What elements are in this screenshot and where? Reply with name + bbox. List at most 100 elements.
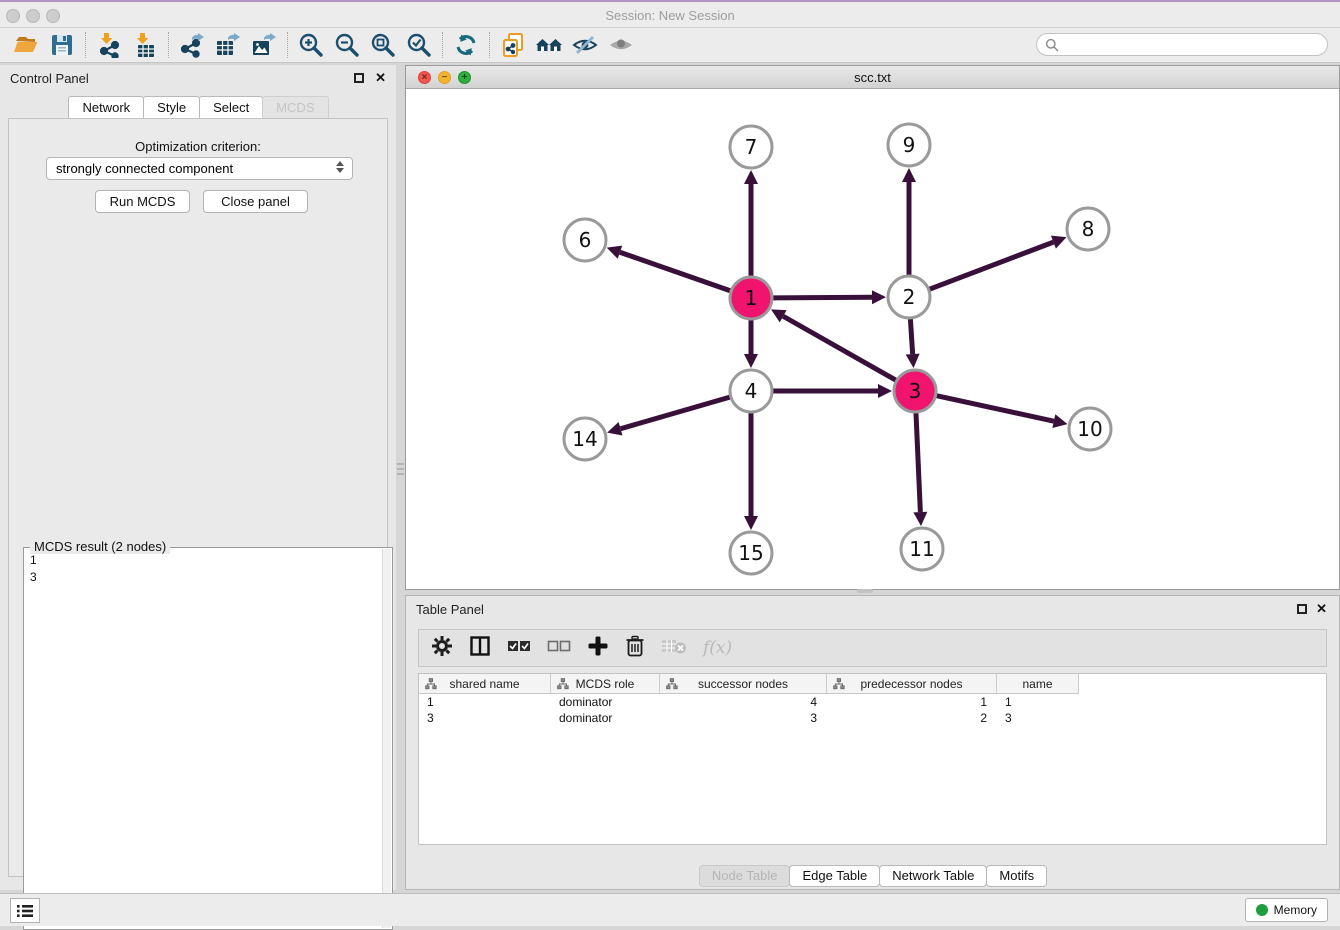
tab-select[interactable]: Select (199, 96, 263, 120)
graph-node[interactable]: 14 (564, 418, 606, 460)
graph-node-label: 1 (745, 286, 758, 310)
network-window-titlebar[interactable]: × − + scc.txt (406, 66, 1339, 89)
column-header[interactable]: successor nodes (660, 674, 827, 694)
panel-splitter-handle[interactable] (397, 460, 404, 492)
graph-node[interactable]: 4 (730, 370, 772, 412)
zoom-in-button[interactable] (293, 30, 329, 60)
control-panel-title: Control Panel (10, 71, 89, 86)
graph-node[interactable]: 7 (730, 126, 772, 168)
mcds-result-text[interactable]: 1 3 (26, 552, 380, 927)
column-header[interactable]: predecessor nodes (827, 674, 997, 694)
zoom-selected-button[interactable] (401, 30, 437, 60)
save-session-button[interactable] (44, 30, 80, 60)
table-cell: dominator (551, 694, 660, 710)
graph-node[interactable]: 6 (564, 219, 606, 261)
graph-node-label: 14 (572, 427, 597, 451)
home-button[interactable] (531, 30, 567, 60)
graph-edge[interactable] (916, 413, 920, 512)
graph-edge[interactable] (936, 396, 1053, 421)
float-table-panel-icon[interactable] (1297, 604, 1307, 614)
eye-icon (608, 32, 634, 58)
import-table-button[interactable] (127, 30, 163, 60)
columns-icon (469, 635, 491, 657)
memory-status-icon (1256, 904, 1268, 916)
float-panel-icon[interactable] (354, 73, 364, 83)
graph-edge[interactable] (621, 397, 730, 429)
show-all-button[interactable] (603, 30, 639, 60)
table-cell: 1 (997, 694, 1079, 710)
select-stepper-icon (336, 161, 344, 173)
select-all-columns-button[interactable] (507, 639, 531, 658)
column-header[interactable]: name (997, 674, 1079, 694)
add-column-button[interactable] (587, 635, 609, 662)
tab-network-table[interactable]: Network Table (879, 865, 987, 887)
unchecked-boxes-icon (547, 639, 571, 653)
eye-slash-icon (572, 32, 598, 58)
graph-edge[interactable] (773, 297, 872, 298)
control-panel-tabs: Network Style Select MCDS (0, 96, 396, 120)
criterion-select-value: strongly connected component (56, 161, 233, 176)
zoom-fit-icon (370, 32, 396, 58)
checked-boxes-icon (507, 639, 531, 653)
refresh-view-button[interactable] (448, 30, 484, 60)
export-network-button[interactable] (174, 30, 210, 60)
graph-node[interactable]: 3 (894, 370, 936, 412)
function-builder-button[interactable]: f(x) (703, 638, 732, 658)
table-options-button[interactable] (431, 635, 453, 662)
criterion-select[interactable]: strongly connected component (46, 157, 353, 180)
horizontal-splitter-handle[interactable] (857, 589, 873, 593)
column-header[interactable]: shared name (419, 674, 551, 694)
network-graph[interactable]: 7 9 6 8 1 2 4 3 14 10 15 11 (406, 89, 1339, 589)
memory-button[interactable]: Memory (1245, 898, 1328, 922)
tab-motifs[interactable]: Motifs (986, 865, 1047, 887)
table-cell: 3 (997, 710, 1079, 726)
close-panel-button[interactable]: Close panel (203, 190, 308, 213)
import-table-icon (132, 32, 158, 58)
table-row[interactable]: 3dominator323 (419, 710, 1326, 726)
graph-edge[interactable] (930, 242, 1054, 289)
graph-node[interactable]: 10 (1069, 408, 1111, 450)
graph-node[interactable]: 2 (888, 276, 930, 318)
import-network-button[interactable] (91, 30, 127, 60)
hide-selected-button[interactable] (567, 30, 603, 60)
graph-edge[interactable] (910, 319, 912, 354)
graph-node[interactable]: 8 (1067, 208, 1109, 250)
export-image-button[interactable] (246, 30, 282, 60)
tab-node-table[interactable]: Node Table (699, 865, 791, 887)
export-image-icon (251, 32, 277, 58)
open-session-button[interactable] (8, 30, 44, 60)
zoom-fit-button[interactable] (365, 30, 401, 60)
graph-node[interactable]: 11 (901, 528, 943, 570)
graph-edge[interactable] (620, 252, 730, 291)
run-mcds-button[interactable]: Run MCDS (95, 190, 190, 213)
table-row[interactable]: 1dominator411 (419, 694, 1326, 710)
export-table-button[interactable] (210, 30, 246, 60)
search-input[interactable] (1059, 35, 1327, 54)
tab-edge-table[interactable]: Edge Table (789, 865, 880, 887)
network-canvas[interactable]: 7 9 6 8 1 2 4 3 14 10 15 11 (406, 89, 1339, 589)
close-panel-icon[interactable]: ✕ (375, 70, 386, 86)
search-icon (1045, 38, 1059, 52)
close-table-panel-icon[interactable]: ✕ (1316, 601, 1327, 617)
delete-table-button[interactable] (661, 637, 687, 660)
graph-node[interactable]: 9 (888, 124, 930, 166)
zoom-out-button[interactable] (329, 30, 365, 60)
graph-node[interactable]: 15 (730, 532, 772, 574)
task-history-button[interactable] (10, 898, 40, 923)
graph-node-label: 9 (903, 133, 916, 157)
graph-edge[interactable] (783, 316, 896, 380)
table-body: 1dominator4113dominator323 (419, 694, 1326, 726)
result-scrollbar[interactable] (382, 549, 391, 928)
export-network-icon (179, 32, 205, 58)
first-neighbors-button[interactable] (495, 30, 531, 60)
main-toolbar (0, 28, 1340, 63)
column-header[interactable]: MCDS role (551, 674, 660, 694)
delete-columns-button[interactable] (625, 635, 645, 662)
graph-node[interactable]: 1 (730, 277, 772, 319)
show-columns-button[interactable] (469, 635, 491, 662)
unselect-all-columns-button[interactable] (547, 639, 571, 658)
tab-network[interactable]: Network (68, 96, 144, 120)
tab-mcds[interactable]: MCDS (262, 96, 328, 120)
table-toolbar: f(x) (418, 629, 1327, 667)
tab-style[interactable]: Style (143, 96, 200, 120)
